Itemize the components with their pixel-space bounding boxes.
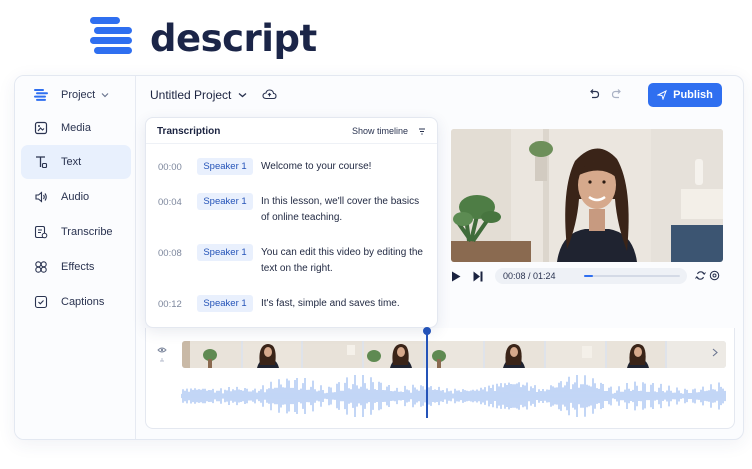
filmstrip-frame [424, 341, 484, 368]
audio-icon [34, 190, 48, 204]
chevron-down-icon [238, 92, 247, 98]
speaker-tag[interactable]: Speaker 1 [197, 244, 253, 261]
transcript-text[interactable]: It's fast, simple and saves time. [261, 296, 426, 312]
publish-button[interactable]: Publish [648, 83, 722, 107]
sidebar-item-project[interactable]: Project [21, 78, 131, 112]
editor-main: Untitled Project Publish Transcription S… [136, 76, 743, 439]
scrub-progress [584, 275, 594, 277]
timeline-panel [145, 327, 735, 429]
sidebar-item-effects[interactable]: Effects [21, 250, 131, 284]
scrub-track[interactable] [584, 275, 680, 277]
publish-icon [657, 90, 668, 100]
chevron-right-icon[interactable] [712, 348, 718, 357]
publish-label: Publish [673, 89, 713, 101]
filmstrip-frame [546, 341, 605, 368]
sidebar-item-label: Media [61, 122, 91, 134]
project-icon [34, 88, 48, 102]
media-icon [34, 121, 48, 135]
sidebar-item-label: Audio [61, 191, 90, 203]
brand-name: descript [150, 16, 317, 60]
waveform-path [181, 375, 726, 417]
app-window: Project Media Text Audio Transcribe Effe… [14, 75, 744, 440]
transcript-text[interactable]: You can edit this video by editing the t… [261, 245, 426, 277]
effects-icon [34, 260, 48, 274]
sidebar-item-text[interactable]: Text [21, 145, 131, 179]
show-timeline-toggle[interactable]: Show timeline [352, 126, 426, 136]
video-track-filmstrip[interactable] [182, 341, 726, 368]
text-icon [34, 155, 48, 169]
time-readout: 00:08 / 01:24 [503, 271, 556, 281]
filmstrip-frame [485, 341, 545, 368]
chevron-down-icon [101, 92, 109, 98]
sidebar-item-media[interactable]: Media [21, 111, 131, 145]
project-title: Untitled Project [150, 88, 232, 102]
show-timeline-label: Show timeline [351, 126, 408, 136]
speaker-tag[interactable]: Speaker 1 [197, 158, 253, 175]
video-preview[interactable] [451, 129, 723, 262]
project-title-dropdown[interactable]: Untitled Project [150, 88, 247, 102]
transcript-timestamp: 00:04 [158, 197, 182, 208]
filmstrip-frame [606, 341, 666, 368]
player-controls: 00:08 / 01:24 [451, 268, 723, 284]
undo-icon[interactable] [588, 88, 600, 100]
video-frame-image [451, 129, 723, 262]
audio-waveform[interactable] [181, 375, 727, 417]
sidebar-item-label: Text [61, 156, 82, 168]
transcription-header: Transcription Show timeline [146, 118, 437, 144]
time-readout-bar[interactable]: 00:08 / 01:24 [495, 268, 687, 284]
sidebar: Project Media Text Audio Transcribe Effe… [15, 76, 136, 439]
play-icon[interactable] [451, 271, 461, 282]
cloud-sync-icon[interactable] [262, 88, 277, 100]
sidebar-item-audio[interactable]: Audio [21, 180, 131, 214]
redo-icon[interactable] [611, 88, 623, 100]
transcript-text[interactable]: In this lesson, we'll cover the basics o… [261, 194, 426, 226]
transcription-panel: Transcription Show timeline 00:00 Speake… [145, 117, 438, 328]
filter-icon [418, 128, 426, 135]
speaker-tag[interactable]: Speaker 1 [197, 295, 253, 312]
sidebar-item-label: Effects [61, 261, 95, 273]
filmstrip-frame [364, 341, 423, 368]
settings-icon[interactable] [709, 270, 720, 281]
transcript-timestamp: 00:12 [158, 299, 182, 310]
speaker-tag[interactable]: Speaker 1 [197, 193, 253, 210]
filmstrip-frame [303, 341, 363, 368]
sidebar-item-transcribe[interactable]: Transcribe [21, 215, 131, 249]
filmstrip-frame [242, 341, 302, 368]
captions-icon [34, 295, 48, 309]
brand-header: descript [90, 12, 317, 64]
toolbar: Untitled Project Publish [136, 76, 743, 116]
sidebar-item-captions[interactable]: Captions [21, 285, 131, 319]
filmstrip-frame [182, 341, 241, 368]
transcript-text[interactable]: Welcome to your course! [261, 159, 426, 175]
sidebar-item-label: Project [61, 89, 96, 101]
transcript-timestamp: 00:08 [158, 248, 182, 259]
sidebar-item-label: Transcribe [61, 226, 113, 238]
track-settings-icons[interactable] [157, 346, 167, 366]
loop-icon[interactable] [695, 270, 706, 281]
skip-forward-icon[interactable] [473, 271, 483, 282]
transcript-timestamp: 00:00 [158, 162, 182, 173]
visibility-icon[interactable] [157, 346, 167, 366]
sidebar-item-label: Captions [61, 296, 105, 308]
playhead[interactable] [425, 330, 428, 418]
transcribe-icon [34, 225, 48, 239]
descript-logo-icon [90, 16, 134, 60]
transcription-title: Transcription [157, 126, 221, 137]
